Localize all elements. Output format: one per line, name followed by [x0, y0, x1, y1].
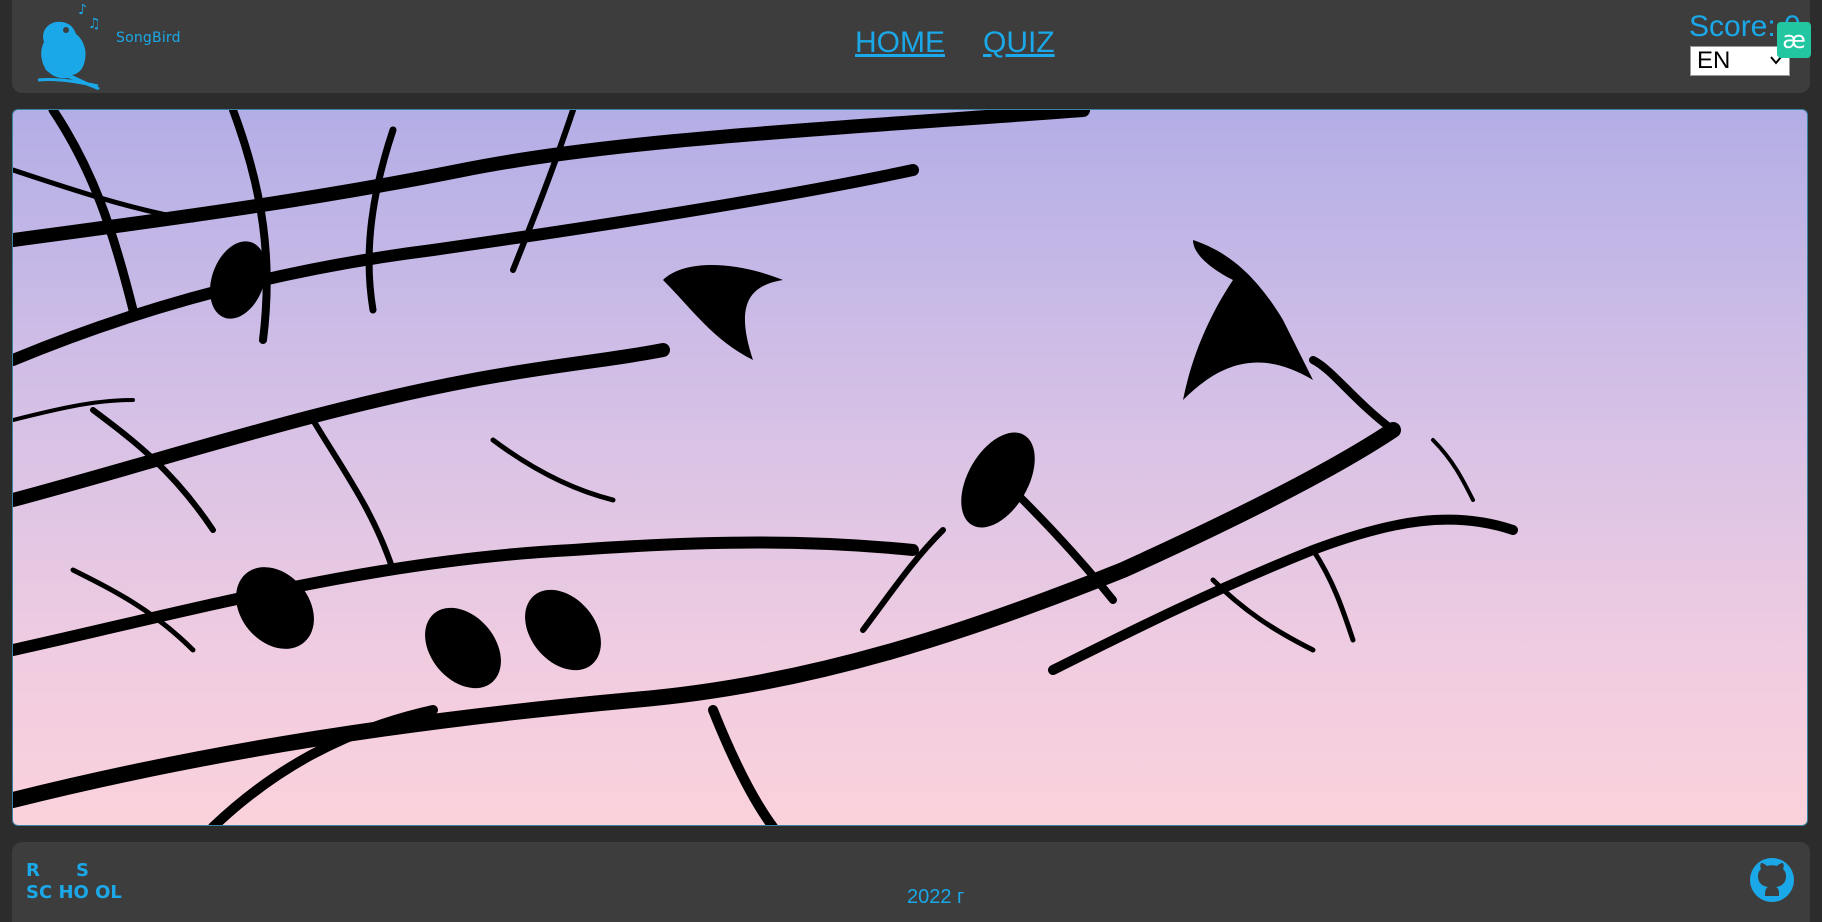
footer-year: 2022 г: [907, 886, 965, 908]
nav-home-link[interactable]: HOME: [855, 26, 945, 60]
logo-text: SongBird: [116, 30, 181, 46]
birds-on-branches-icon: [13, 110, 1518, 825]
svg-text:R: R: [26, 860, 40, 881]
rs-school-logo[interactable]: R S SC HO OL: [26, 858, 136, 904]
header: ♪ ♫ SongBird HOME QUIZ Score: 0 EN æ: [12, 0, 1811, 93]
language-selected-value: EN: [1697, 47, 1731, 74]
svg-text:SC HO OL: SC HO OL: [26, 882, 122, 903]
main-nav: HOME QUIZ: [855, 26, 1055, 60]
footer: R S SC HO OL 2022 г: [12, 842, 1810, 922]
hero-image: [12, 109, 1808, 826]
songbird-logo[interactable]: ♪ ♫ SongBird: [28, 0, 181, 90]
svg-text:♪: ♪: [78, 2, 87, 18]
language-select[interactable]: EN: [1690, 46, 1790, 76]
svg-text:♫: ♫: [88, 16, 101, 32]
nav-quiz-link[interactable]: QUIZ: [983, 26, 1055, 60]
github-icon[interactable]: [1748, 856, 1796, 904]
extension-icon[interactable]: æ: [1777, 22, 1811, 58]
svg-text:S: S: [76, 860, 89, 881]
